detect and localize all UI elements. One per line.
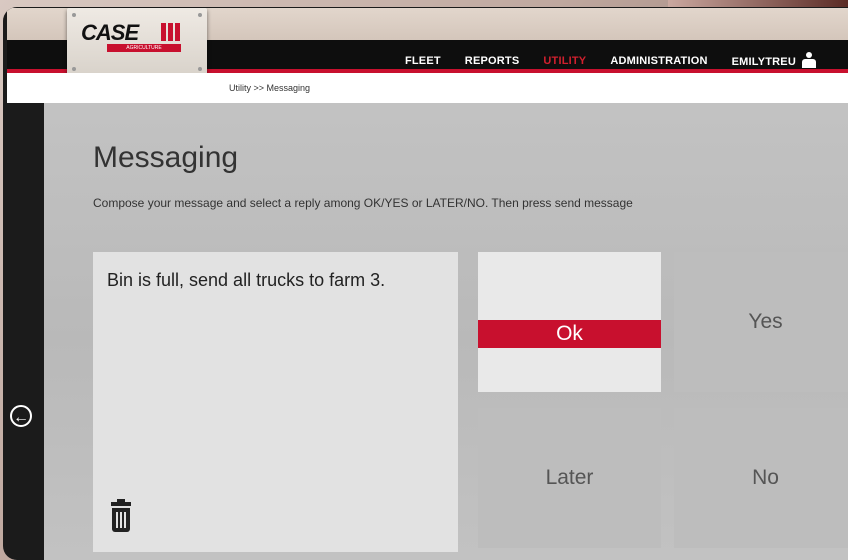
reply-later-label: Later (545, 466, 594, 489)
message-text[interactable]: Bin is full, send all trucks to farm 3. (107, 270, 444, 291)
reply-yes-label: Yes (748, 310, 783, 333)
user-icon (802, 52, 816, 68)
nav-user[interactable]: EMILYTREU (732, 52, 816, 70)
reply-yes-button[interactable]: Yes (674, 252, 848, 392)
nav-user-name: EMILYTREU (731, 56, 796, 68)
nav-fleet[interactable]: FLEET (405, 55, 441, 67)
logo-text: CASE (81, 20, 139, 45)
app-screen: FLEET REPORTS UTILITY ADMINISTRATION EMI… (7, 8, 848, 560)
breadcrumb-bar: Utility >> Messaging (7, 73, 848, 103)
nav-administration[interactable]: ADMINISTRATION (610, 55, 707, 67)
case-logo[interactable]: CASE AGRICULTURE (67, 8, 207, 76)
reply-ok-label: Ok (478, 320, 661, 348)
reply-no-label: No (752, 466, 779, 489)
page-instructions: Compose your message and select a reply … (93, 196, 633, 210)
tablet-device: FLEET REPORTS UTILITY ADMINISTRATION EMI… (3, 7, 848, 560)
left-rail (7, 103, 44, 560)
reply-later-button[interactable]: Later (478, 408, 661, 548)
logo-bars-icon (161, 23, 183, 41)
main-nav: FLEET REPORTS UTILITY ADMINISTRATION EMI… (405, 52, 816, 70)
back-arrow-icon[interactable]: ← (10, 405, 32, 427)
nav-reports[interactable]: REPORTS (465, 55, 520, 67)
breadcrumb: Utility >> Messaging (229, 83, 311, 93)
message-compose-box[interactable]: Bin is full, send all trucks to farm 3. (93, 252, 458, 552)
logo-subtext: AGRICULTURE (107, 44, 181, 52)
page-title: Messaging (93, 141, 239, 174)
trash-icon[interactable] (111, 499, 131, 532)
reply-no-button[interactable]: No (674, 408, 848, 548)
reply-ok-button[interactable]: Ok (478, 252, 661, 392)
nav-utility[interactable]: UTILITY (543, 55, 586, 67)
